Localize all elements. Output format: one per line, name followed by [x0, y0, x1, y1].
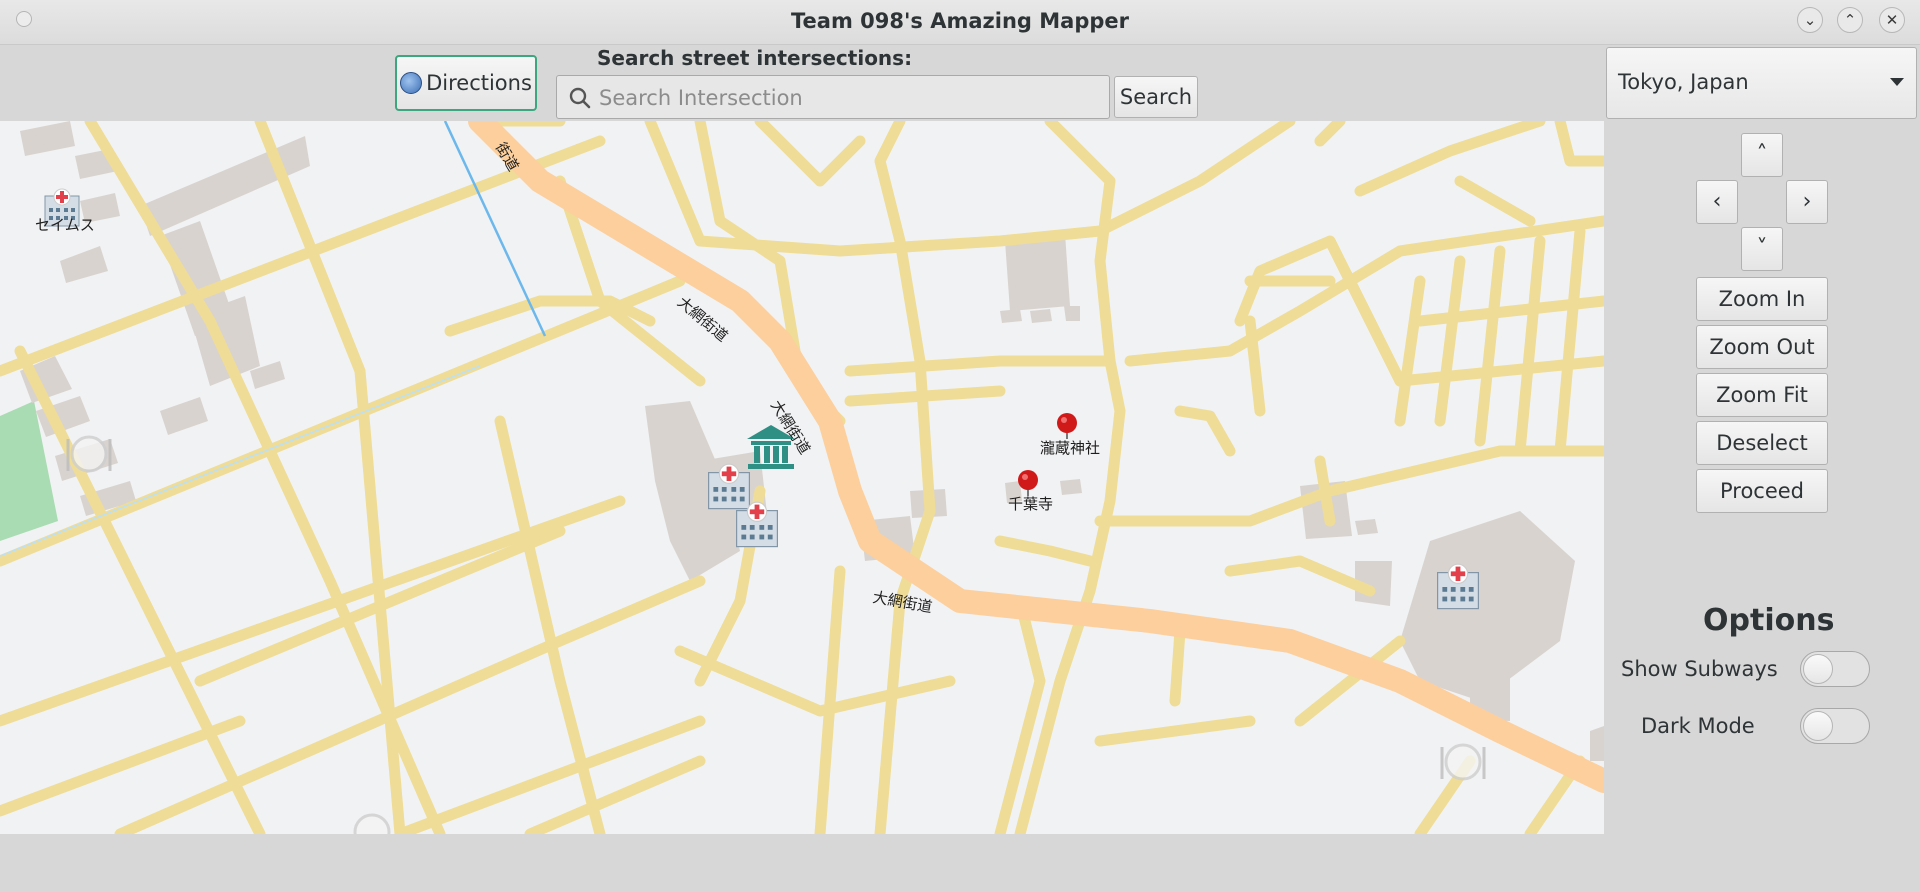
map-drawing: [0, 121, 1604, 834]
pan-right-button[interactable]: ›: [1786, 180, 1828, 224]
status-bar: [0, 834, 1920, 892]
pan-up-button[interactable]: ˄: [1741, 133, 1783, 177]
directions-button[interactable]: Directions: [395, 55, 537, 111]
toggle-knob: [1803, 711, 1833, 741]
dark-mode-label: Dark Mode: [1641, 714, 1755, 738]
minor-roads: [0, 121, 1604, 834]
poi-label-temple: 千葉寺: [1008, 495, 1054, 513]
hospital-icon[interactable]: [1434, 563, 1482, 611]
zoom-fit-button[interactable]: Zoom Fit: [1696, 373, 1828, 417]
search-button[interactable]: Search: [1114, 76, 1198, 118]
restaurant-icon[interactable]: [62, 433, 116, 475]
maximize-icon[interactable]: ⌃: [1837, 7, 1863, 33]
search-icon: [569, 87, 591, 109]
map-canvas[interactable]: セイムス 瀧蔵神社 千葉寺 街道 大網街道 大網街道 大網街道: [0, 121, 1604, 834]
toggle-knob: [1803, 654, 1833, 684]
proceed-button[interactable]: Proceed: [1696, 469, 1828, 513]
city-select[interactable]: Tokyo, Japan: [1606, 47, 1917, 119]
search-label: Search street intersections:: [597, 46, 913, 70]
show-subways-label: Show Subways: [1621, 657, 1778, 681]
search-field[interactable]: [556, 75, 1110, 119]
zoom-out-button[interactable]: Zoom Out: [1696, 325, 1828, 369]
globe-icon: [400, 72, 423, 94]
dark-mode-toggle[interactable]: [1800, 708, 1870, 744]
search-input[interactable]: [597, 81, 1101, 115]
minimize-icon[interactable]: ⌄: [1797, 7, 1823, 33]
pan-down-button[interactable]: ˅: [1741, 227, 1783, 271]
close-icon[interactable]: ✕: [1879, 7, 1905, 33]
show-subways-toggle[interactable]: [1800, 651, 1870, 687]
restaurant-icon[interactable]: [345, 811, 399, 834]
options-title: Options: [1703, 603, 1835, 638]
city-select-value: Tokyo, Japan: [1618, 70, 1749, 94]
title-bar: Team 098's Amazing Mapper ⌄ ⌃ ✕: [0, 0, 1920, 45]
hospital-icon[interactable]: [733, 501, 781, 549]
directions-label: Directions: [426, 71, 532, 95]
pan-left-button[interactable]: ‹: [1696, 180, 1738, 224]
window-title: Team 098's Amazing Mapper: [791, 9, 1129, 33]
chevron-down-icon: [1890, 78, 1904, 86]
poi-label-hospital: セイムス: [35, 216, 95, 234]
poi-label-shrine: 瀧蔵神社: [1040, 439, 1101, 457]
map-pin-icon[interactable]: [1055, 412, 1079, 440]
restaurant-icon[interactable]: [1436, 741, 1490, 783]
zoom-in-button[interactable]: Zoom In: [1696, 277, 1828, 321]
deselect-button[interactable]: Deselect: [1696, 421, 1828, 465]
